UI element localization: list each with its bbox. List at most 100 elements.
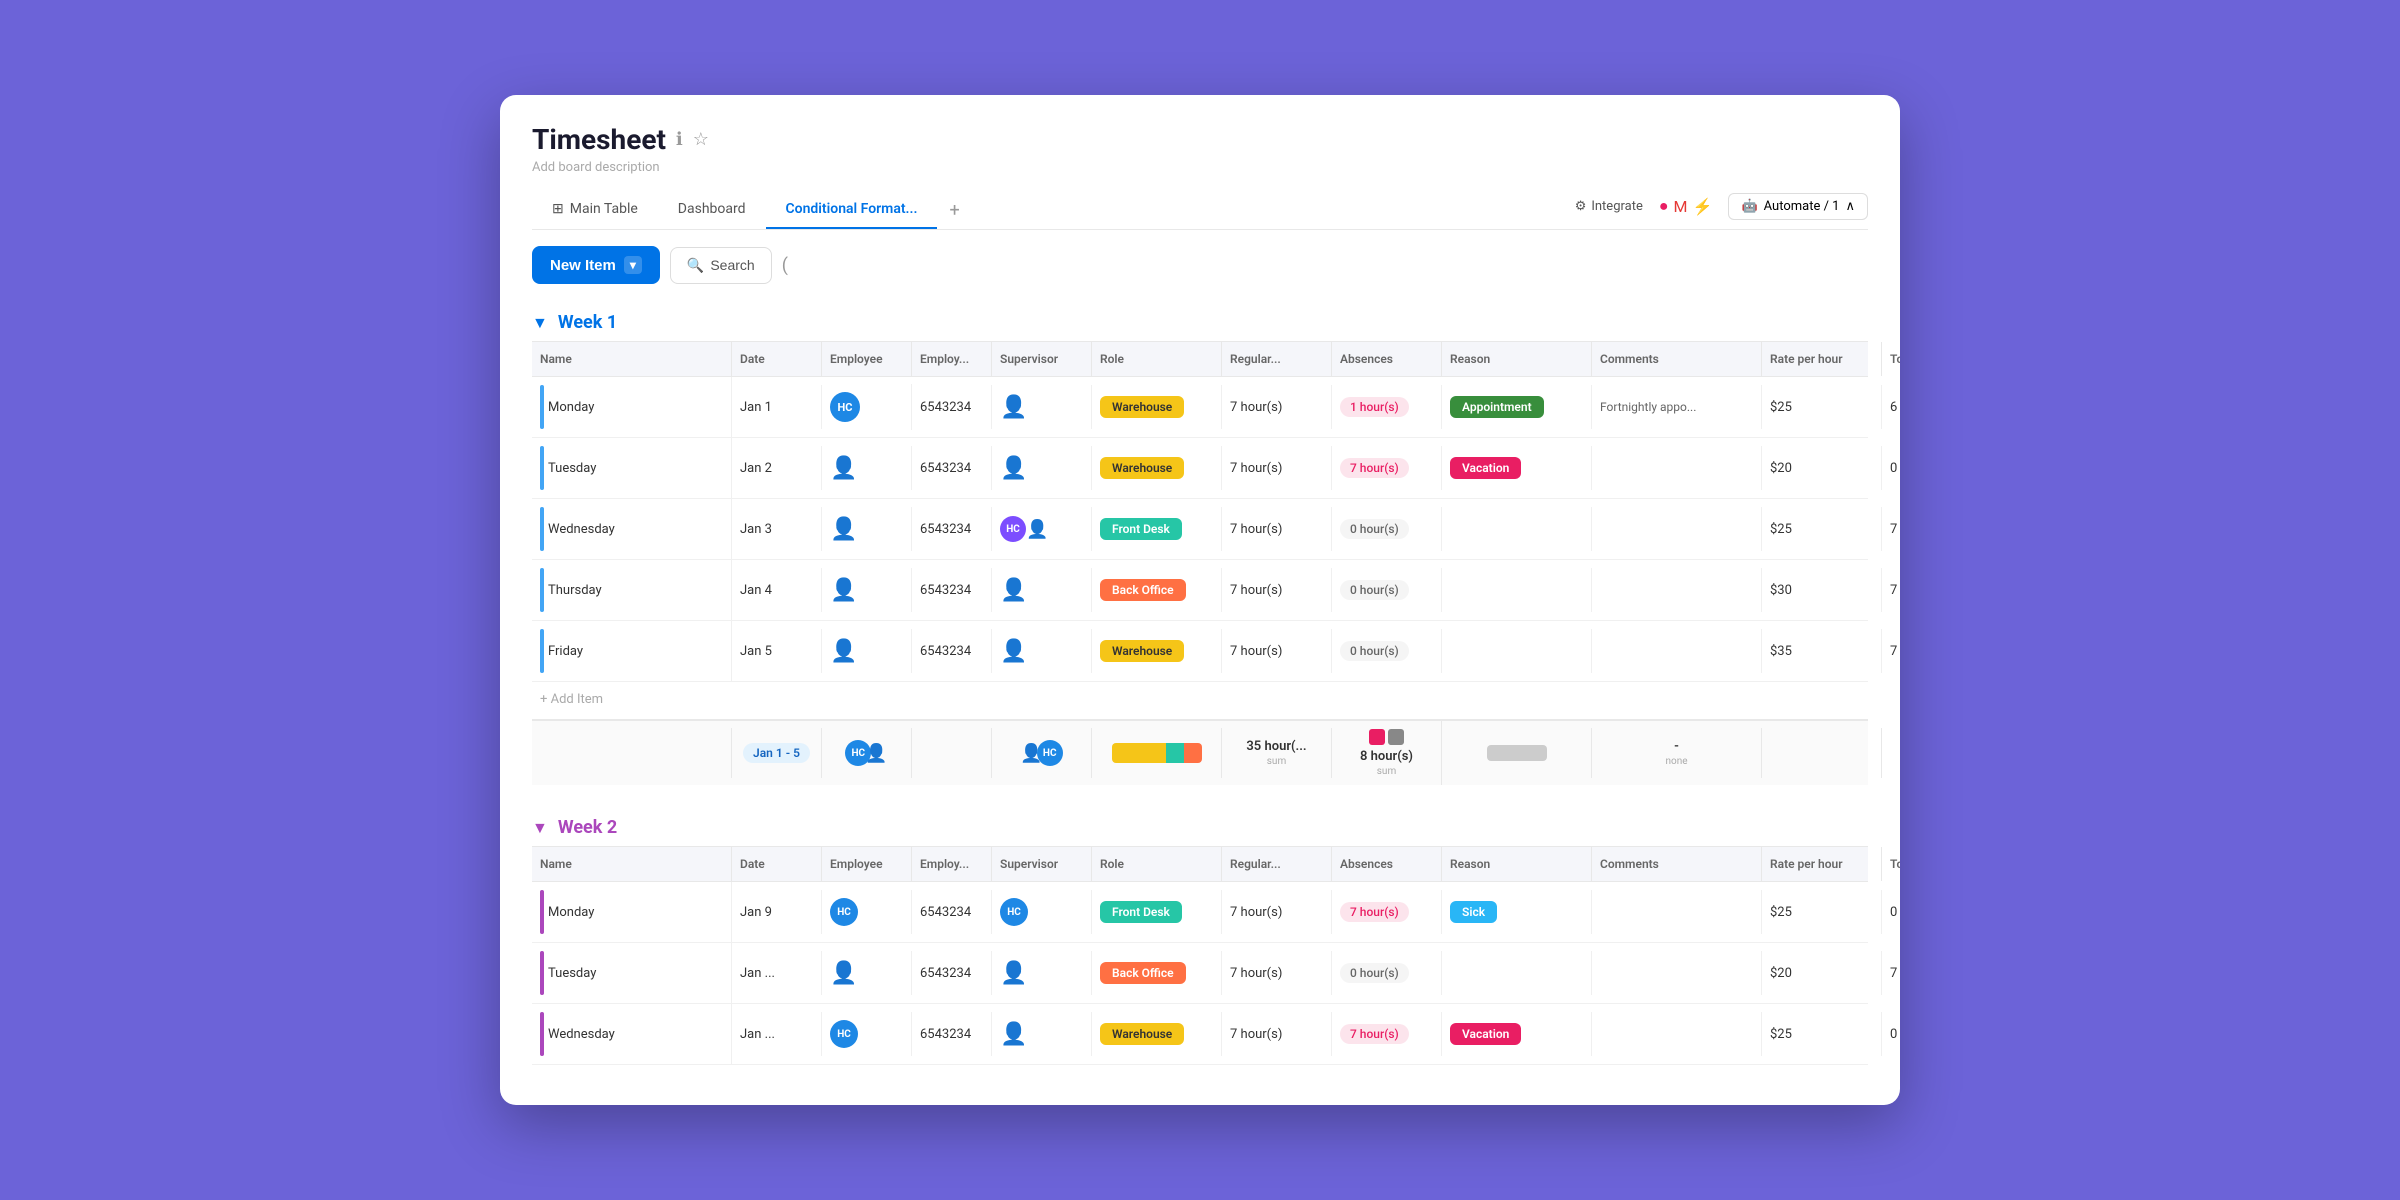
reason-badge: Vacation: [1450, 457, 1521, 479]
absence-badge: 7 hour(s): [1340, 458, 1409, 478]
integrate-action[interactable]: ⚙ Integrate: [1575, 199, 1643, 214]
cell-role-wednesday: Front Desk: [1092, 507, 1222, 551]
user-icon-1: ●: [1659, 196, 1669, 216]
role-badge: Front Desk: [1100, 901, 1182, 923]
summary-label: none: [1665, 756, 1687, 767]
new-item-button[interactable]: New Item ▾: [532, 246, 660, 284]
col-date: Date: [732, 342, 822, 376]
toolbar: New Item ▾ 🔍 Search (: [500, 230, 1900, 300]
week-1-toggle[interactable]: ▼: [532, 313, 548, 333]
cell-absences-monday: 1 hour(s): [1332, 385, 1442, 429]
user-icon-2: M: [1674, 197, 1688, 216]
cell-absences-w2-wednesday: 7 hour(s): [1332, 1012, 1442, 1056]
cell-absences-thursday: 0 hour(s): [1332, 568, 1442, 612]
reason-badge: Appointment: [1450, 396, 1544, 418]
summary-supervisor: 👤 HC: [992, 728, 1092, 778]
cell-employee-friday: 👤: [822, 629, 912, 673]
col-employee: Employee: [822, 342, 912, 376]
tab-dashboard[interactable]: Dashboard: [658, 191, 766, 229]
absence-color-1: [1369, 729, 1385, 745]
summary-role: [1092, 728, 1222, 778]
cell-name-friday: Friday ⊕: [532, 621, 732, 681]
cell-totalhours-w2-wednesday: 0 hour: [1882, 1012, 1900, 1056]
col-date-w2: Date: [732, 847, 822, 881]
cell-reason-w2-wednesday: Vacation: [1442, 1012, 1592, 1056]
week-1-title: Week 1: [558, 312, 617, 333]
cell-reason-thursday: [1442, 568, 1592, 612]
summary-empnum: [912, 728, 992, 778]
summary-label: sum: [1377, 766, 1396, 777]
cell-absences-w2-tuesday: 0 hour(s): [1332, 951, 1442, 995]
cell-regular-w2-tuesday: 7 hour(s): [1222, 951, 1332, 995]
summary-value: 8 hour(s): [1360, 749, 1413, 764]
cell-supervisor-w2-monday: HC: [992, 890, 1092, 934]
info-icon[interactable]: ℹ: [676, 129, 683, 150]
add-item-row[interactable]: + Add Item: [532, 682, 1868, 717]
person-icon: 👤: [1000, 1022, 1027, 1047]
cell-comments-tuesday: [1592, 446, 1762, 490]
table-icon: ⊞: [552, 201, 564, 217]
tab-actions: ⚙ Integrate ● M ⚡ 🤖 Automate / 1 ∧: [1575, 193, 1868, 228]
cell-role-monday: Warehouse: [1092, 385, 1222, 429]
col-total-hours-w2: Total hour...: [1882, 847, 1900, 881]
cell-date-tuesday: Jan 2: [732, 446, 822, 490]
cell-comments-w2-wednesday: [1592, 1012, 1762, 1056]
table-row: Thursday ⊕ Jan 4 👤 6543234 👤 Back Office…: [532, 560, 1868, 621]
cell-supervisor-w2-tuesday: 👤: [992, 951, 1092, 995]
automate-icon: 🤖: [1741, 199, 1757, 214]
cell-employee-wednesday: 👤: [822, 507, 912, 551]
filter-icon[interactable]: (: [782, 255, 788, 276]
cell-rate-wednesday: $25: [1762, 507, 1882, 551]
search-button[interactable]: 🔍 Search: [670, 247, 772, 284]
person-icon: 👤: [1000, 395, 1027, 420]
col-employee-w2: Employee: [822, 847, 912, 881]
cell-date-monday: Jan 1: [732, 385, 822, 429]
cell-reason-tuesday: Vacation: [1442, 446, 1592, 490]
col-reason-w2: Reason: [1442, 847, 1592, 881]
col-absences: Absences: [1332, 342, 1442, 376]
star-icon[interactable]: ☆: [693, 129, 709, 150]
summary-value: -: [1674, 739, 1679, 754]
avatar: HC: [1037, 740, 1063, 766]
cell-comments-w2-tuesday: [1592, 951, 1762, 995]
role-badge: Warehouse: [1100, 457, 1184, 479]
column-headers-week1: Name Date Employee Employ... Supervisor …: [532, 341, 1868, 377]
week-1-header: ▼ Week 1: [532, 300, 1868, 341]
cell-supervisor-tuesday: 👤: [992, 446, 1092, 490]
cell-comments-friday: [1592, 629, 1762, 673]
col-regular-w2: Regular...: [1222, 847, 1332, 881]
cell-name-thursday: Thursday ⊕: [532, 560, 732, 620]
chevron-down-icon: ∧: [1845, 199, 1855, 214]
role-badge: Front Desk: [1100, 518, 1182, 540]
cell-role-w2-wednesday: Warehouse: [1092, 1012, 1222, 1056]
cell-employee-tuesday: 👤: [822, 446, 912, 490]
col-comments: Comments: [1592, 342, 1762, 376]
tab-add-button[interactable]: +: [937, 192, 971, 229]
automate-button[interactable]: 🤖 Automate / 1 ∧: [1728, 193, 1868, 220]
row-indicator: [540, 951, 544, 995]
overlap-avatars: 👤 HC: [1020, 740, 1062, 766]
tab-conditional-format[interactable]: Conditional Format...: [766, 191, 938, 229]
cell-rate-w2-tuesday: $20: [1762, 951, 1882, 995]
cell-empnum-thursday: 6543234: [912, 568, 992, 612]
column-headers-week2: Name Date Employee Employ... Supervisor …: [532, 846, 1868, 882]
col-total-hours: Total hour...: [1882, 342, 1900, 376]
cell-comments-w2-monday: [1592, 890, 1762, 934]
new-item-dropdown-arrow[interactable]: ▾: [624, 256, 642, 274]
person-icon: 👤: [1000, 578, 1027, 603]
avatar: HC: [830, 392, 860, 422]
overlap-avatars: HC 👤: [1000, 516, 1048, 542]
cell-reason-friday: [1442, 629, 1592, 673]
week-2-header: ▼ Week 2: [532, 805, 1868, 846]
week-2-toggle[interactable]: ▼: [532, 818, 548, 838]
col-name: Name: [532, 342, 732, 376]
cell-employee-w2-wednesday: HC: [822, 1012, 912, 1056]
cell-totalhours-tuesday: 0 hour: [1882, 446, 1900, 490]
summary-comments: - none: [1592, 728, 1762, 778]
tabs-row: ⊞ Main Table Dashboard Conditional Forma…: [532, 191, 1868, 230]
table-row: Wednesday ⊕ Jan ... HC 6543234 👤 Warehou…: [532, 1004, 1868, 1065]
person-icon: 👤: [1026, 519, 1048, 540]
header: Timesheet ℹ ☆ Add board description ⊞ Ma…: [500, 95, 1900, 230]
week-1-section: ▼ Week 1 Name Date Employee Employ... Su…: [532, 300, 1868, 785]
tab-main-table[interactable]: ⊞ Main Table: [532, 191, 658, 229]
